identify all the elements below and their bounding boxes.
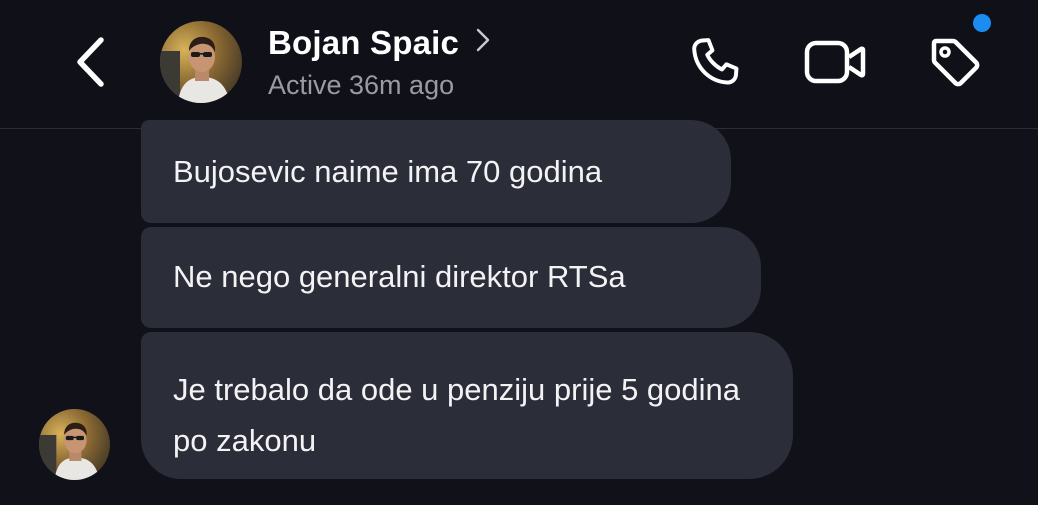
chevron-right-icon — [476, 28, 490, 57]
message-text: Je trebalo da ode u penziju prije 5 godi… — [173, 372, 741, 458]
avatar-photo — [39, 409, 110, 480]
avatar-photo — [160, 21, 242, 103]
audio-call-button[interactable] — [680, 30, 750, 94]
message-bubble[interactable]: Je trebalo da ode u penziju prije 5 godi… — [141, 332, 793, 479]
chat-screen: Bojan Spaic Active 36m ago Bujosevic nai… — [0, 0, 1038, 505]
message-bubble[interactable]: Ne nego generalni direktor RTSa — [141, 227, 761, 328]
message-text: Ne nego generalni direktor RTSa — [173, 259, 626, 294]
chat-header: Bojan Spaic Active 36m ago — [0, 0, 1038, 129]
notification-dot — [973, 14, 991, 32]
tag-button[interactable] — [920, 30, 990, 94]
message-bubble[interactable]: Bujosevic naime ima 70 godina — [141, 120, 731, 223]
video-camera-icon — [804, 40, 866, 84]
tag-icon — [931, 38, 980, 87]
back-chevron-icon — [77, 37, 104, 87]
phone-icon — [692, 38, 739, 85]
active-status: Active 36m ago — [268, 70, 455, 100]
sender-avatar[interactable] — [39, 409, 110, 480]
contact-info[interactable]: Bojan Spaic Active 36m ago — [268, 24, 490, 101]
back-button[interactable] — [68, 34, 112, 90]
contact-avatar[interactable] — [160, 21, 242, 103]
contact-name: Bojan Spaic — [268, 24, 460, 61]
message-text: Bujosevic naime ima 70 godina — [173, 154, 603, 189]
video-call-button[interactable] — [800, 30, 870, 94]
